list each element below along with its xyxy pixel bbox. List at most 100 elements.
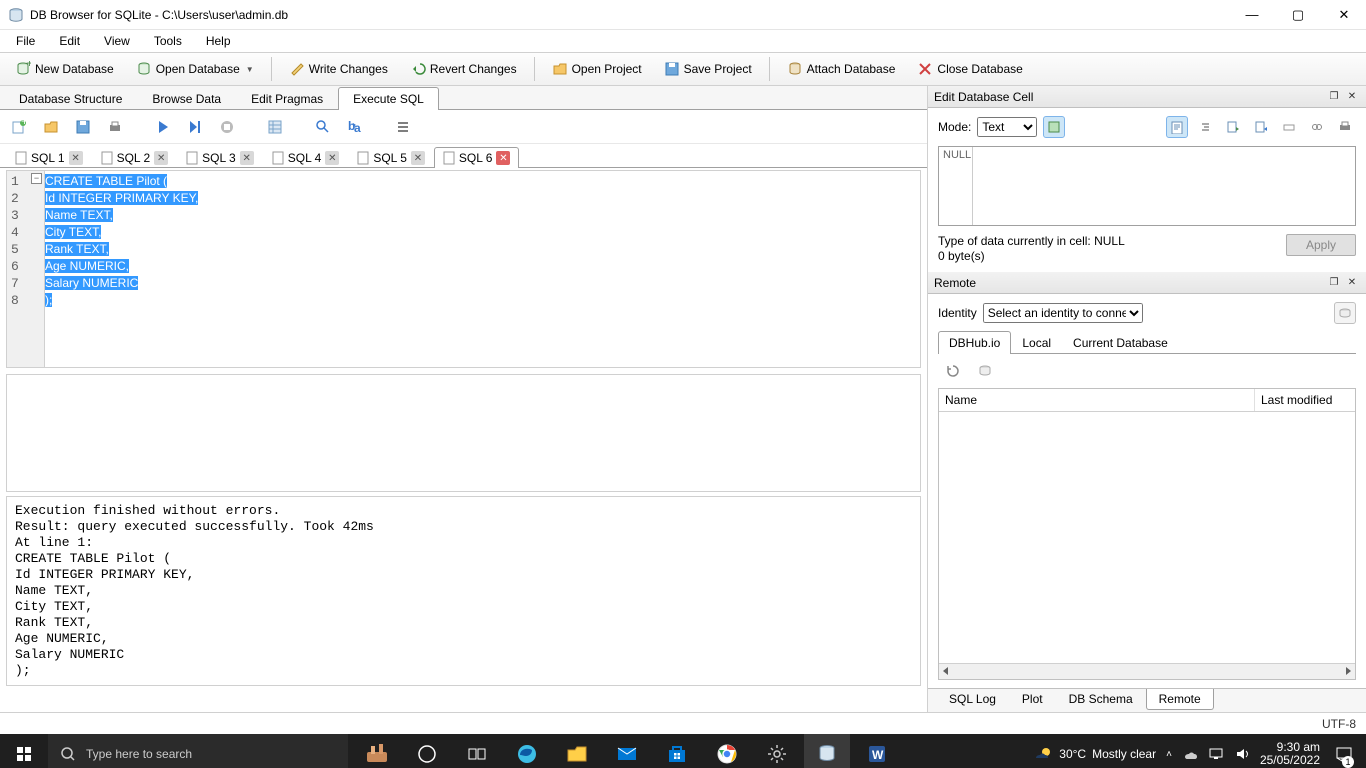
menu-edit[interactable]: Edit (49, 32, 90, 50)
execute-sql-button[interactable] (150, 114, 176, 140)
undock-panel-icon[interactable]: ❐ (1326, 90, 1342, 104)
clone-db-icon[interactable] (976, 362, 994, 380)
stop-sql-button[interactable] (214, 114, 240, 140)
remote-tab-dbhub[interactable]: DBHub.io (938, 331, 1011, 354)
open-sql-file-button[interactable] (38, 114, 64, 140)
tab-browse-data[interactable]: Browse Data (137, 87, 236, 110)
bottom-tab-db-schema[interactable]: DB Schema (1056, 689, 1146, 710)
find-replace-button[interactable]: ba (342, 114, 368, 140)
find-button[interactable] (310, 114, 336, 140)
fold-toggle[interactable]: − (31, 173, 42, 184)
start-button[interactable] (0, 734, 48, 768)
sql-editor[interactable]: − 12345678 CREATE TABLE Pilot ( Id INTEG… (6, 170, 921, 368)
save-sql-button[interactable] (70, 114, 96, 140)
menu-view[interactable]: View (94, 32, 140, 50)
taskbar-chrome-icon[interactable] (704, 734, 750, 768)
bottom-tab-plot[interactable]: Plot (1009, 689, 1056, 710)
taskbar-explorer-icon[interactable] (554, 734, 600, 768)
remote-tab-current[interactable]: Current Database (1062, 331, 1179, 354)
menu-file[interactable]: File (6, 32, 45, 50)
tab-edit-pragmas[interactable]: Edit Pragmas (236, 87, 338, 110)
write-changes-button[interactable]: Write Changes (280, 57, 397, 81)
undock-panel-icon[interactable]: ❐ (1326, 276, 1342, 290)
close-button[interactable]: ✕ (1330, 7, 1358, 23)
minimize-button[interactable]: — (1238, 7, 1266, 23)
print-sql-button[interactable] (102, 114, 128, 140)
tray-network-icon[interactable] (1208, 746, 1224, 762)
tab-database-structure[interactable]: Database Structure (4, 87, 137, 110)
execute-line-button[interactable] (182, 114, 208, 140)
text-mode-icon[interactable] (1166, 116, 1188, 138)
sql-tab-3[interactable]: SQL 3✕ (177, 147, 263, 168)
cell-editor[interactable]: NULL (938, 146, 1356, 226)
refresh-icon[interactable] (944, 362, 962, 380)
sql-tab-4[interactable]: SQL 4✕ (263, 147, 349, 168)
close-panel-icon[interactable]: ✕ (1344, 90, 1360, 104)
editor-code[interactable]: CREATE TABLE Pilot ( Id INTEGER PRIMARY … (45, 171, 920, 367)
taskbar-store-icon[interactable] (654, 734, 700, 768)
save-project-button[interactable]: Save Project (655, 57, 761, 81)
sql-tab-2[interactable]: SQL 2✕ (92, 147, 178, 168)
link-icon[interactable] (1306, 116, 1328, 138)
bottom-tab-sql-log[interactable]: SQL Log (936, 689, 1009, 710)
auto-format-icon[interactable] (1043, 116, 1065, 138)
taskbar-cortana-icon[interactable] (404, 734, 450, 768)
close-panel-icon[interactable]: ✕ (1344, 276, 1360, 290)
menu-tools[interactable]: Tools (144, 32, 192, 50)
taskbar-search[interactable]: Type here to search (48, 734, 348, 768)
close-tab-icon[interactable]: ✕ (240, 151, 254, 165)
column-name[interactable]: Name (939, 389, 1255, 411)
apply-button[interactable]: Apply (1286, 234, 1356, 256)
tray-chevron-icon[interactable]: ˄ (1166, 749, 1172, 760)
close-tab-icon[interactable]: ✕ (154, 151, 168, 165)
export-icon[interactable] (1250, 116, 1272, 138)
status-bar: UTF-8 (0, 712, 1366, 734)
close-tab-icon[interactable]: ✕ (69, 151, 83, 165)
manage-identity-icon[interactable] (1334, 302, 1356, 324)
taskbar-settings-icon[interactable] (754, 734, 800, 768)
close-database-icon (917, 61, 933, 77)
weather-widget[interactable]: 30°C Mostly clear (1033, 744, 1156, 764)
tray-volume-icon[interactable] (1234, 746, 1250, 762)
save-results-button[interactable] (262, 114, 288, 140)
taskbar-widget[interactable] (354, 734, 400, 768)
tab-execute-sql[interactable]: Execute SQL (338, 87, 439, 110)
revert-changes-button[interactable]: Revert Changes (401, 57, 526, 81)
print-cell-icon[interactable] (1334, 116, 1356, 138)
open-project-button[interactable]: Open Project (543, 57, 651, 81)
results-grid-pane[interactable] (6, 374, 921, 492)
taskbar-dbbrowser-icon[interactable] (804, 734, 850, 768)
maximize-button[interactable]: ▢ (1284, 7, 1312, 23)
taskbar-edge-icon[interactable] (504, 734, 550, 768)
output-log-pane[interactable]: Execution finished without errors. Resul… (6, 496, 921, 686)
remote-db-list[interactable]: Name Last modified (938, 388, 1356, 680)
close-tab-icon[interactable]: ✕ (411, 151, 425, 165)
horizontal-scrollbar[interactable] (939, 663, 1355, 679)
close-tab-icon[interactable]: ✕ (325, 151, 339, 165)
taskbar-taskview-icon[interactable] (454, 734, 500, 768)
open-database-button[interactable]: Open Database ▼ (127, 57, 263, 81)
identity-select[interactable]: Select an identity to connect (983, 303, 1143, 323)
tray-onedrive-icon[interactable] (1182, 746, 1198, 762)
new-database-button[interactable]: + New Database (6, 57, 123, 81)
remote-tab-local[interactable]: Local (1011, 331, 1062, 354)
indent-button[interactable] (390, 114, 416, 140)
set-null-icon[interactable] (1278, 116, 1300, 138)
bottom-tab-remote[interactable]: Remote (1146, 689, 1214, 710)
notification-center-icon[interactable]: 1 (1330, 734, 1358, 768)
menu-help[interactable]: Help (196, 32, 241, 50)
taskbar-word-icon[interactable]: W (854, 734, 900, 768)
sql-tab-5[interactable]: SQL 5✕ (348, 147, 434, 168)
sql-tab-1[interactable]: SQL 1✕ (6, 147, 92, 168)
close-tab-icon[interactable]: ✕ (496, 151, 510, 165)
taskbar-clock[interactable]: 9:30 am 25/05/2022 (1260, 741, 1320, 767)
taskbar-mail-icon[interactable] (604, 734, 650, 768)
rtl-mode-icon[interactable] (1194, 116, 1216, 138)
import-icon[interactable] (1222, 116, 1244, 138)
close-database-button[interactable]: Close Database (908, 57, 1031, 81)
new-sql-tab-button[interactable]: + (6, 114, 32, 140)
sql-tab-6[interactable]: SQL 6✕ (434, 147, 520, 168)
mode-select[interactable]: Text (977, 117, 1037, 137)
attach-database-button[interactable]: Attach Database (778, 57, 905, 81)
column-last-modified[interactable]: Last modified (1255, 389, 1355, 411)
